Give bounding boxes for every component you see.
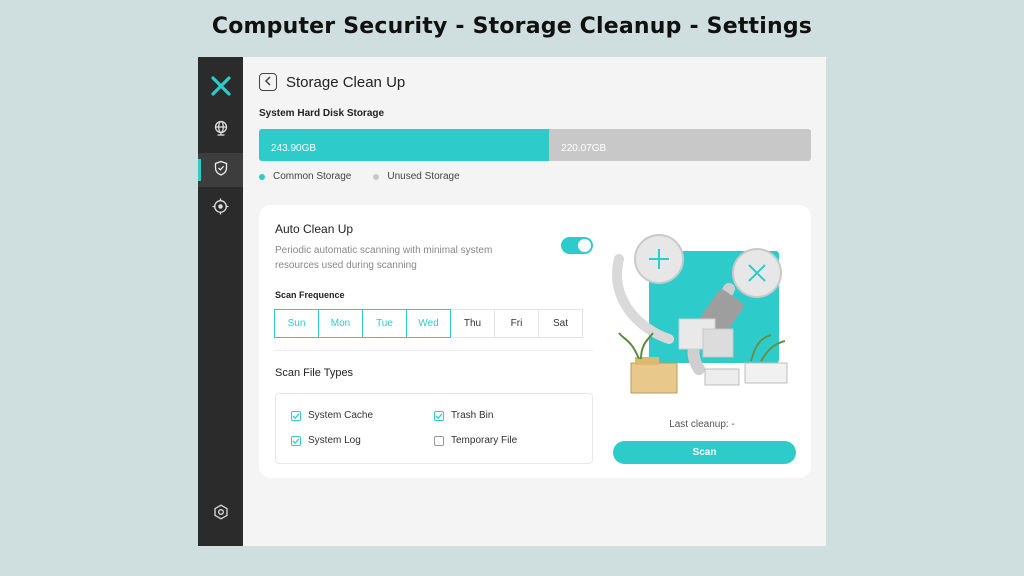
legend-free-label: Unused Storage: [387, 171, 460, 182]
sidebar-item-security[interactable]: [198, 153, 243, 187]
sidebar: [198, 57, 243, 546]
file-types-box: System Cache Trash Bin System Log Tempor…: [275, 393, 593, 464]
checkbox-label: Trash Bin: [451, 410, 494, 421]
sidebar-item-settings[interactable]: [198, 497, 243, 531]
day-wed[interactable]: Wed: [406, 309, 451, 338]
day-sat[interactable]: Sat: [538, 309, 583, 338]
checkbox-trash-bin[interactable]: Trash Bin: [434, 410, 493, 421]
app-window: Storage Clean Up System Hard Disk Storag…: [198, 57, 826, 546]
day-mon[interactable]: Mon: [318, 309, 363, 338]
sidebar-item-target[interactable]: [198, 192, 243, 226]
checkbox-box[interactable]: [434, 410, 444, 421]
back-button[interactable]: [259, 73, 277, 91]
auto-cleanup-toggle[interactable]: [561, 237, 593, 254]
scan-frequency-days: Sun Mon Tue Wed Thu Fri Sat: [274, 309, 583, 338]
legend-dot-used: [259, 173, 265, 180]
hexagon-settings-icon: [213, 503, 229, 525]
cleanup-illustration: [609, 219, 799, 399]
toggle-knob: [578, 239, 591, 252]
crosshair-icon: [212, 198, 229, 220]
back-icon: [264, 73, 272, 91]
page-title: Storage Clean Up: [286, 73, 406, 91]
free-storage-value: 220.07GB: [561, 143, 607, 154]
used-storage-value: 243.90GB: [271, 143, 317, 154]
day-thu[interactable]: Thu: [450, 309, 495, 338]
checkbox-label: Temporary File: [451, 435, 518, 446]
auto-cleanup-title: Auto Clean Up: [275, 222, 354, 236]
storage-bar: 243.90GB 220.07GB: [259, 129, 811, 161]
storage-bar-free: 220.07GB: [549, 129, 606, 161]
auto-cleanup-description: Periodic automatic scanning with minimal…: [275, 245, 493, 271]
globe-icon: [213, 120, 229, 141]
x-logo-icon[interactable]: [210, 75, 232, 97]
checkbox-box[interactable]: [291, 410, 301, 421]
checkbox-temporary-file[interactable]: Temporary File: [434, 435, 517, 446]
storage-legend: Common Storage Unused Storage: [259, 171, 482, 182]
legend-dot-free: [373, 173, 380, 180]
checkbox-label: System Log: [308, 435, 361, 446]
shield-icon: [213, 160, 229, 181]
last-cleanup-text: Last cleanup: -: [669, 419, 735, 430]
checkbox-box[interactable]: [434, 435, 444, 446]
scan-frequency-label: Scan Frequence: [275, 290, 345, 300]
divider: [275, 350, 593, 351]
storage-label: System Hard Disk Storage: [259, 108, 385, 119]
main-content: Storage Clean Up System Hard Disk Storag…: [243, 57, 826, 546]
scan-file-types-title: Scan File Types: [275, 367, 354, 379]
day-fri[interactable]: Fri: [494, 309, 539, 338]
checkbox-system-cache[interactable]: System Cache: [291, 410, 373, 421]
day-tue[interactable]: Tue: [362, 309, 407, 338]
cleanup-card: Auto Clean Up Periodic automatic scannin…: [259, 205, 811, 478]
checkbox-box[interactable]: [291, 435, 301, 446]
scan-button[interactable]: Scan: [613, 441, 796, 464]
sidebar-item-network[interactable]: [198, 113, 243, 147]
day-sun[interactable]: Sun: [274, 309, 319, 338]
legend-used-label: Common Storage: [273, 171, 352, 182]
page-heading: Computer Security - Storage Cleanup - Se…: [211, 14, 813, 39]
checkbox-system-log[interactable]: System Log: [291, 435, 361, 446]
storage-bar-used: 243.90GB: [259, 129, 550, 161]
checkbox-label: System Cache: [308, 410, 374, 421]
